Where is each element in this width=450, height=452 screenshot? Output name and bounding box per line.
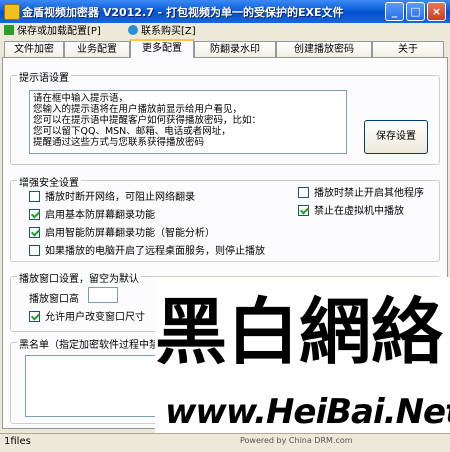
smart-anti-record-checkbox[interactable]: 启用智能防屏幕翻录功能（智能分析） — [29, 227, 215, 240]
allow-resize-checkbox[interactable]: 允许用户改变窗口尺寸 — [29, 311, 145, 324]
menu-bar: 保存或加载配置[P] 联系购买[Z] — [0, 23, 450, 40]
tab-anti-record-watermark[interactable]: 防翻录水印 — [194, 41, 276, 57]
disconnect-network-checkbox[interactable]: 播放时断开网络，可阻止网络翻录 — [29, 191, 195, 204]
tab-create-play-password[interactable]: 创建播放密码 — [276, 41, 372, 57]
block-virtual-machine-checkbox[interactable]: 禁止在虚拟机中播放 — [298, 205, 404, 218]
title-bar: 金盾视频加密器 V2012.7 - 打包视频为单一的受保护的EXE文件 _ □ … — [0, 0, 450, 23]
app-icon — [4, 4, 20, 20]
minimize-button[interactable]: _ — [385, 2, 404, 21]
heibai-watermark: 黑 白 網 絡 www.HeiBai.Net — [155, 277, 450, 451]
checkbox-box — [298, 205, 309, 216]
contact-icon — [128, 25, 138, 35]
blacklist-textarea[interactable] — [25, 355, 165, 417]
prompt-group-title: 提示语设置 — [17, 69, 71, 84]
save-icon — [4, 25, 14, 35]
watermark-char: 網 — [299, 289, 372, 374]
menu-save-load-config[interactable]: 保存或加载配置[P] — [4, 24, 101, 39]
prompt-textarea[interactable]: 请在框中输入提示语， 您输入的提示语将在用户播放前显示给用户看见， 您可以在提示… — [29, 90, 347, 154]
status-file-count: 1files — [4, 436, 31, 447]
checkbox-box — [29, 245, 40, 256]
close-button[interactable]: × — [427, 2, 446, 21]
window-title: 金盾视频加密器 V2012.7 - 打包视频为单一的受保护的EXE文件 — [22, 6, 344, 19]
window-height-input[interactable] — [88, 287, 118, 303]
watermark-char: 黑 — [155, 289, 228, 374]
tab-strip: 文件加密 业务配置 更多配置 防翻录水印 创建播放密码 关于 — [2, 39, 448, 58]
prompt-group: 提示语设置 请在框中输入提示语， 您输入的提示语将在用户播放前显示给用户看见， … — [10, 69, 440, 165]
checkbox-box — [29, 209, 40, 220]
tab-about[interactable]: 关于 — [372, 41, 444, 57]
security-group: 增强安全设置 播放时断开网络，可阻止网络翻录 启用基本防屏幕翻录功能 启用智能防… — [10, 174, 440, 262]
checkbox-box — [298, 187, 309, 198]
security-group-title: 增强安全设置 — [17, 174, 81, 189]
tab-business-config[interactable]: 业务配置 — [64, 41, 130, 57]
window-height-label: 播放窗口高 — [29, 294, 79, 305]
blacklist-group-title: 黑名单（指定加密软件过程中禁 — [17, 336, 161, 351]
window-settings-title: 播放窗口设置，留空为默认 — [17, 270, 141, 285]
status-bar: 1files Powered by China DRM.com — [0, 433, 450, 452]
save-settings-button[interactable]: 保存设置 — [364, 120, 428, 154]
status-powered-by: Powered by China DRM.com — [240, 436, 353, 445]
watermark-url: www.HeiBai.Net — [165, 392, 450, 432]
tab-file-encrypt[interactable]: 文件加密 — [4, 41, 64, 57]
watermark-char: 白 — [227, 289, 300, 374]
checkbox-box — [29, 227, 40, 238]
maximize-button[interactable]: □ — [406, 2, 425, 21]
block-other-programs-checkbox[interactable]: 播放时禁止开启其他程序 — [298, 187, 424, 200]
remote-desktop-stop-checkbox[interactable]: 如果播放的电脑开启了远程桌面服务，则停止播放 — [29, 245, 265, 258]
checkbox-box — [29, 191, 40, 202]
menu-contact-purchase[interactable]: 联系购买[Z] — [128, 24, 196, 39]
tab-more-config[interactable]: 更多配置 — [130, 39, 194, 58]
watermark-chars: 黑 白 網 絡 — [155, 277, 450, 387]
watermark-char: 絡 — [371, 289, 444, 374]
basic-anti-record-checkbox[interactable]: 启用基本防屏幕翻录功能 — [29, 209, 155, 222]
checkbox-box — [29, 311, 40, 322]
